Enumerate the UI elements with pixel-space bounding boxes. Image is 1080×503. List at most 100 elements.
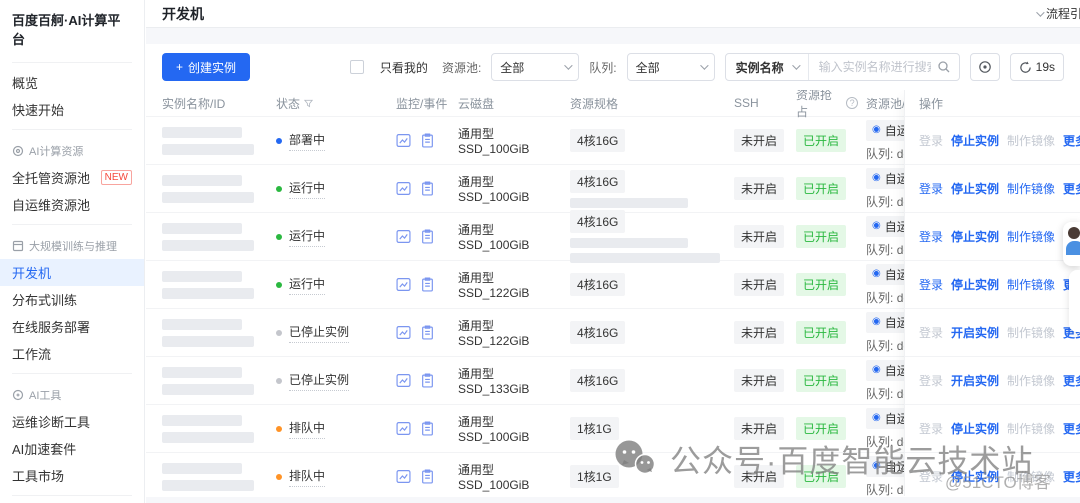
more-action[interactable]: 更多: [1063, 132, 1080, 149]
pool-type-icon: ◉: [872, 124, 881, 135]
primary-action[interactable]: 停止实例: [951, 420, 999, 437]
login-action[interactable]: 登录: [919, 132, 943, 149]
events-clipboard-icon[interactable]: [420, 133, 435, 148]
events-clipboard-icon[interactable]: [420, 181, 435, 196]
monitor-chart-icon[interactable]: [396, 325, 411, 340]
brand-title: 百度百舸·AI计算平台: [12, 13, 121, 47]
primary-action[interactable]: 停止实例: [951, 180, 999, 197]
events-clipboard-icon[interactable]: [420, 277, 435, 292]
plus-icon: +: [176, 60, 184, 74]
status-text: 运行中: [289, 227, 326, 247]
status-dot: [276, 185, 282, 192]
create-instance-button[interactable]: + 创建实例: [162, 53, 251, 81]
primary-action[interactable]: 停止实例: [951, 132, 999, 149]
pool-filter-select[interactable]: 全部: [491, 53, 580, 81]
divider: [12, 373, 132, 374]
floating-panel[interactable]: [1069, 270, 1080, 332]
events-clipboard-icon[interactable]: [420, 373, 435, 388]
events-clipboard-icon[interactable]: [420, 229, 435, 244]
auto-refresh-button[interactable]: 19s: [1009, 53, 1064, 81]
more-action[interactable]: 更多: [1063, 420, 1080, 437]
monitor-chart-icon[interactable]: [396, 373, 411, 388]
process-guide-link[interactable]: 流程引: [1036, 5, 1080, 22]
make-image-action[interactable]: 制作镜像: [1007, 228, 1055, 245]
primary-action[interactable]: 开启实例: [951, 324, 999, 341]
floating-assistant[interactable]: [1063, 222, 1080, 266]
make-image-action[interactable]: 制作镜像: [1007, 324, 1055, 341]
primary-action[interactable]: 开启实例: [951, 372, 999, 389]
resource-spec-cell: 4核16G: [570, 169, 734, 208]
sidebar-item-managed-pool[interactable]: 全托管资源池 NEW: [0, 164, 144, 191]
login-action[interactable]: 登录: [919, 228, 943, 245]
col-status: 状态: [276, 95, 396, 112]
make-image-action[interactable]: 制作镜像: [1007, 276, 1055, 293]
monitor-chart-icon[interactable]: [396, 421, 411, 436]
column-settings-button[interactable]: [969, 53, 1000, 81]
sidebar-item-ops-diagnostic[interactable]: 运维诊断工具: [0, 408, 144, 435]
status-dot: [276, 281, 282, 288]
preemption-cell: 已开启: [796, 129, 866, 152]
redacted-instance-id: [162, 383, 254, 395]
make-image-action[interactable]: 制作镜像: [1007, 372, 1055, 389]
sidebar-item-ai-accelerate[interactable]: AI加速套件: [0, 435, 144, 462]
events-clipboard-icon[interactable]: [420, 421, 435, 436]
filter-icon[interactable]: [304, 99, 314, 108]
sidebar-item-workflow[interactable]: 工作流: [0, 340, 144, 367]
status-cell: 已停止实例: [276, 323, 396, 343]
primary-action[interactable]: 停止实例: [951, 468, 999, 485]
more-action[interactable]: 更多: [1063, 372, 1080, 389]
section-training: 大规模训练与推理: [0, 231, 144, 259]
make-image-action[interactable]: 制作镜像: [1007, 468, 1055, 485]
search-input[interactable]: [808, 60, 937, 74]
more-action[interactable]: 更多: [1063, 180, 1080, 197]
help-icon[interactable]: ?: [846, 97, 858, 109]
login-action[interactable]: 登录: [919, 324, 943, 341]
monitor-chart-icon[interactable]: [396, 133, 411, 148]
status-cell: 已停止实例: [276, 371, 396, 391]
monitor-chart-icon[interactable]: [396, 277, 411, 292]
sidebar-item-overview[interactable]: 概览: [0, 69, 144, 96]
monitor-chart-icon[interactable]: [396, 229, 411, 244]
make-image-action[interactable]: 制作镜像: [1007, 420, 1055, 437]
preemption-cell: 已开启: [796, 225, 866, 248]
primary-action[interactable]: 停止实例: [951, 276, 999, 293]
queue-filter-select[interactable]: 全部: [626, 53, 715, 81]
sidebar-item-selfops-pool[interactable]: 自运维资源池: [0, 191, 144, 218]
primary-action[interactable]: 停止实例: [951, 228, 999, 245]
login-action[interactable]: 登录: [919, 468, 943, 485]
make-image-action[interactable]: 制作镜像: [1007, 180, 1055, 197]
chevron-down-icon: [1036, 7, 1045, 17]
pinned-actions-column: 操作 登录 停止实例 制作镜像 更多 登录 停止实例: [904, 90, 1080, 496]
sidebar-item-online-service[interactable]: 在线服务部署: [0, 313, 144, 340]
monitor-chart-icon[interactable]: [396, 469, 411, 484]
monitor-events-cell: [396, 277, 458, 292]
monitor-events-cell: [396, 181, 458, 196]
preemption-cell: 已开启: [796, 369, 866, 392]
events-clipboard-icon[interactable]: [420, 325, 435, 340]
login-action[interactable]: 登录: [919, 276, 943, 293]
spec-tag: 4核16G: [570, 273, 626, 296]
redacted-instance-id: [162, 143, 254, 155]
login-action[interactable]: 登录: [919, 420, 943, 437]
events-clipboard-icon[interactable]: [420, 469, 435, 484]
preemption-tag: 已开启: [796, 129, 847, 152]
actions-cell: 登录 停止实例 制作镜像 更多: [905, 164, 1080, 212]
training-icon: [12, 240, 24, 252]
redacted-instance-id: [162, 479, 254, 491]
search-icon[interactable]: [937, 60, 951, 74]
login-action[interactable]: 登录: [919, 372, 943, 389]
sidebar-item-tool-market[interactable]: 工具市场: [0, 462, 144, 489]
pool-type-icon: ◉: [872, 268, 881, 279]
make-image-action[interactable]: 制作镜像: [1007, 132, 1055, 149]
only-mine-checkbox[interactable]: [349, 60, 364, 74]
more-action[interactable]: 更多: [1063, 468, 1080, 485]
search-category-select[interactable]: 实例名称: [726, 54, 809, 80]
sidebar-item-quickstart[interactable]: 快速开始: [0, 96, 144, 123]
sidebar-item-distributed-training[interactable]: 分布式训练: [0, 286, 144, 313]
status-dot: [276, 473, 282, 480]
login-action[interactable]: 登录: [919, 180, 943, 197]
monitor-chart-icon[interactable]: [396, 181, 411, 196]
sidebar-item-devmachine[interactable]: 开发机: [0, 259, 144, 286]
cloud-disk-cell: 通用型SSD_100GiB: [458, 223, 530, 252]
ssh-tag: 未开启: [734, 129, 785, 152]
